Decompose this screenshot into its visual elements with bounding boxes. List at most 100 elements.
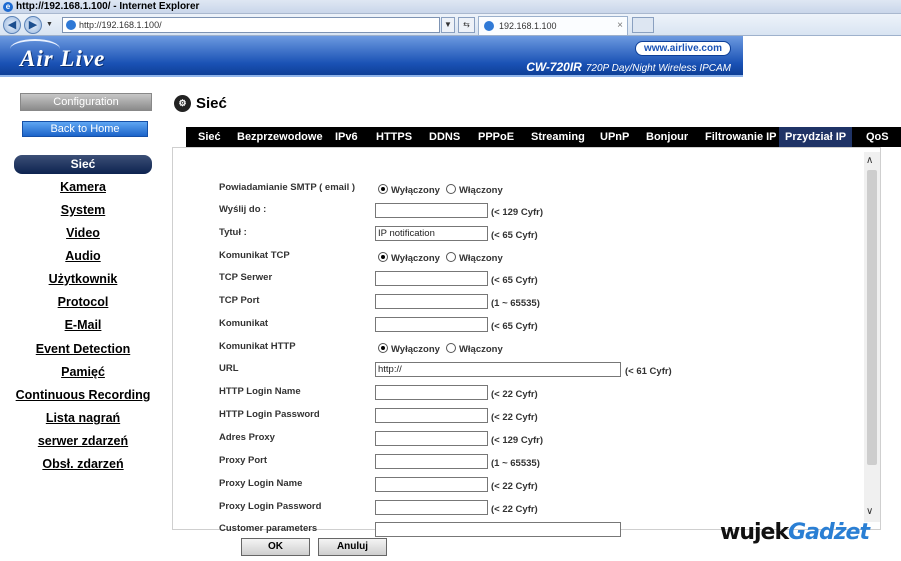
watermark-part1: wujek bbox=[720, 520, 789, 545]
text-field[interactable] bbox=[375, 522, 621, 537]
radio-off-label: Wyłączony bbox=[391, 185, 440, 196]
radio-on-label: Włączony bbox=[458, 344, 503, 355]
field-hint: (< 22 Cyfr) bbox=[491, 481, 538, 492]
configuration-button[interactable]: Configuration bbox=[20, 93, 152, 111]
url-text: http://192.168.1.100/ bbox=[79, 20, 162, 30]
sidebar-link[interactable]: Lista nagrań bbox=[0, 411, 166, 425]
tab-qos[interactable]: QoS bbox=[866, 127, 889, 147]
sidebar-link[interactable]: Continuous Recording bbox=[0, 388, 166, 402]
internet-explorer-icon: e bbox=[3, 2, 13, 12]
tab-bezprzewodowe[interactable]: Bezprzewodowe bbox=[237, 127, 323, 147]
page-icon bbox=[66, 20, 76, 30]
sidebar-item-siec[interactable]: Sieć bbox=[14, 155, 152, 174]
refresh-icon[interactable]: ⇆ bbox=[458, 17, 475, 33]
page-title: ⚙ Sieć bbox=[174, 94, 227, 114]
close-tab-icon[interactable]: × bbox=[617, 17, 623, 35]
radio-off-label: Wyłączony bbox=[391, 253, 440, 264]
model-title: CW-720IR 720P Day/Night Wireless IPCAM bbox=[526, 60, 731, 74]
radio-off[interactable] bbox=[378, 252, 388, 262]
sidebar-link[interactable]: Video bbox=[0, 226, 166, 240]
forward-icon[interactable]: ▶ bbox=[24, 16, 42, 34]
sidebar-link[interactable]: Pamięć bbox=[0, 365, 166, 379]
browser-title-bar: e http://192.168.1.100/ - Internet Explo… bbox=[0, 0, 901, 14]
radio-group: Wyłączony Włączony bbox=[378, 252, 509, 264]
radio-on[interactable] bbox=[445, 184, 456, 194]
scroll-down-icon[interactable]: ∨ bbox=[866, 506, 873, 517]
field-hint: (< 65 Cyfr) bbox=[491, 321, 538, 332]
field-hint: (1 ~ 65535) bbox=[491, 298, 540, 309]
text-field[interactable] bbox=[375, 408, 488, 423]
website-badge: www.airlive.com bbox=[635, 41, 731, 56]
text-field[interactable] bbox=[375, 203, 488, 218]
sidebar-link[interactable]: Kamera bbox=[0, 180, 166, 194]
watermark-part2: Gadżet bbox=[788, 520, 870, 545]
text-field[interactable] bbox=[375, 500, 488, 515]
field-label: Proxy Login Name bbox=[219, 478, 303, 489]
url-input[interactable]: http://192.168.1.100/ bbox=[62, 17, 440, 33]
tab-filtrowanie-ip[interactable]: Filtrowanie IP bbox=[705, 127, 777, 147]
field-label: Komunikat TCP bbox=[219, 250, 290, 261]
text-field[interactable] bbox=[375, 385, 488, 400]
text-field[interactable]: http:// bbox=[375, 362, 621, 377]
page-title-text: Sieć bbox=[196, 95, 227, 112]
field-hint: (< 22 Cyfr) bbox=[491, 504, 538, 515]
sidebar-link[interactable]: System bbox=[0, 203, 166, 217]
scrollbar-thumb[interactable] bbox=[867, 170, 877, 465]
back-to-home-button[interactable]: Back to Home bbox=[22, 121, 148, 137]
sidebar-link[interactable]: Protocol bbox=[0, 295, 166, 309]
back-icon[interactable]: ◀ bbox=[3, 16, 21, 34]
cancel-button[interactable]: Anuluj bbox=[318, 538, 387, 556]
sidebar-link[interactable]: E-Mail bbox=[0, 318, 166, 332]
text-field[interactable] bbox=[375, 294, 488, 309]
settings-form-frame bbox=[172, 147, 881, 530]
radio-on[interactable] bbox=[445, 252, 456, 262]
header-banner: Air Live www.airlive.com CW-720IR 720P Da… bbox=[0, 36, 743, 77]
url-dropdown-icon[interactable]: ▼ bbox=[441, 17, 455, 33]
sidebar-link[interactable]: Użytkownik bbox=[0, 272, 166, 286]
tab-ddns[interactable]: DDNS bbox=[429, 127, 460, 147]
tab-https[interactable]: HTTPS bbox=[376, 127, 412, 147]
field-label: Proxy Port bbox=[219, 455, 268, 466]
field-hint: (< 129 Cyfr) bbox=[491, 435, 544, 446]
radio-off[interactable] bbox=[378, 184, 388, 194]
field-label: TCP Port bbox=[219, 295, 260, 306]
tab-streaming[interactable]: Streaming bbox=[531, 127, 585, 147]
sidebar-link[interactable]: serwer zdarzeń bbox=[0, 434, 166, 448]
sidebar-link[interactable]: Audio bbox=[0, 249, 166, 263]
window-title: http://192.168.1.100/ - Internet Explore… bbox=[16, 1, 200, 12]
tab-przydział-ip[interactable]: Przydział IP bbox=[779, 127, 853, 147]
text-field[interactable] bbox=[375, 454, 488, 469]
field-label: Adres Proxy bbox=[219, 432, 275, 443]
field-hint: (< 22 Cyfr) bbox=[491, 412, 538, 423]
text-field[interactable] bbox=[375, 317, 488, 332]
new-tab-button[interactable] bbox=[632, 17, 654, 33]
tab-ipv6[interactable]: IPv6 bbox=[335, 127, 358, 147]
ok-button[interactable]: OK bbox=[241, 538, 310, 556]
field-label: Proxy Login Password bbox=[219, 501, 322, 512]
tab-upnp[interactable]: UPnP bbox=[600, 127, 629, 147]
radio-off[interactable] bbox=[378, 343, 388, 353]
tab-bonjour[interactable]: Bonjour bbox=[646, 127, 688, 147]
field-hint: (< 22 Cyfr) bbox=[491, 389, 538, 400]
field-label: HTTP Login Name bbox=[219, 386, 301, 397]
field-label: Wyślij do : bbox=[219, 204, 267, 215]
text-field[interactable] bbox=[375, 477, 488, 492]
model-name: CW-720IR bbox=[526, 60, 582, 74]
radio-off-label: Wyłączony bbox=[391, 344, 440, 355]
history-dropdown-icon[interactable]: ▼ bbox=[46, 21, 53, 28]
radio-group: Wyłączony Włączony bbox=[378, 184, 509, 196]
text-field[interactable] bbox=[375, 271, 488, 286]
radio-on[interactable] bbox=[445, 343, 456, 353]
text-field[interactable] bbox=[375, 431, 488, 446]
sidebar-link[interactable]: Event Detection bbox=[0, 342, 166, 356]
field-label: Powiadamianie SMTP ( email ) bbox=[219, 182, 356, 193]
field-label: TCP Serwer bbox=[219, 272, 273, 283]
browser-tab[interactable]: 192.168.1.100 × bbox=[478, 16, 628, 35]
tab-pppoe[interactable]: PPPoE bbox=[478, 127, 514, 147]
field-label: Komunikat bbox=[219, 318, 269, 329]
scroll-up-icon[interactable]: ∧ bbox=[866, 155, 873, 166]
radio-group: Wyłączony Włączony bbox=[378, 343, 509, 355]
sidebar-link[interactable]: Obsł. zdarzeń bbox=[0, 457, 166, 471]
tab-sieć[interactable]: Sieć bbox=[198, 127, 221, 147]
text-field[interactable]: IP notification bbox=[375, 226, 488, 241]
